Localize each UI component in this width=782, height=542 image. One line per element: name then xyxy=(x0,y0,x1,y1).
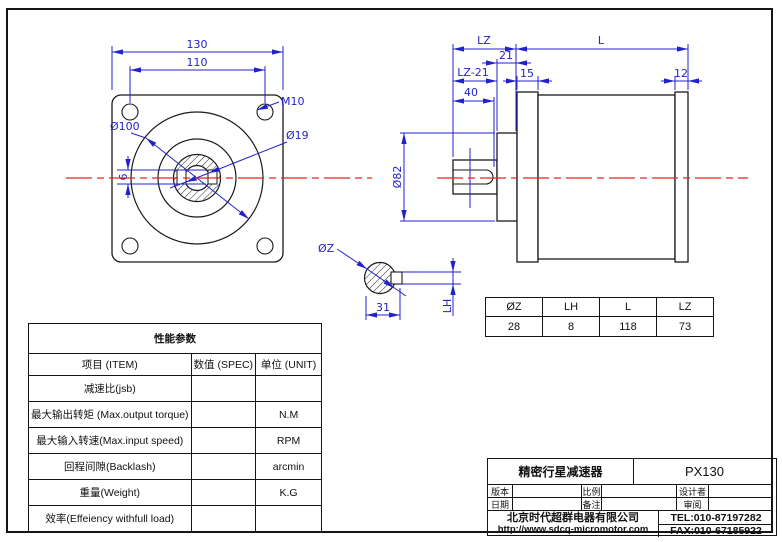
dim-130-label: 130 xyxy=(187,38,208,51)
date-value xyxy=(512,497,581,510)
drawing-sheet: 130 110 M10 Ø100 Ø19 6 xyxy=(0,0,782,542)
dims-header-l: L xyxy=(600,298,657,317)
dim-21-label: 21 xyxy=(499,49,513,62)
dims-header-lh: LH xyxy=(543,298,600,317)
item-cell: 减速比(jsb) xyxy=(29,376,192,402)
model-number: PX130 xyxy=(633,459,775,484)
spec-cell xyxy=(191,428,256,454)
item-cell: 最大输入转速(Max.input speed) xyxy=(29,428,192,454)
spec-cell xyxy=(191,454,256,480)
dims-value-dz: 28 xyxy=(486,317,543,337)
dim-lz-label: LZ xyxy=(477,34,491,47)
col-header-spec: 数值 (SPEC) xyxy=(191,354,256,376)
spec-cell xyxy=(191,480,256,506)
dims-header-lz: LZ xyxy=(657,298,714,317)
side-view xyxy=(453,92,688,262)
dims-value-lz: 73 xyxy=(657,317,714,337)
table-row: 回程间隙(Backlash) arcmin xyxy=(29,454,322,480)
designer-value xyxy=(708,484,773,497)
product-name: 精密行星减速器 xyxy=(488,459,633,484)
dims-header-dz: ØZ xyxy=(486,298,543,317)
dim-12-label: 12 xyxy=(674,67,688,80)
item-cell: 效率(Effeiency withfull load) xyxy=(29,506,192,532)
unit-cell xyxy=(256,506,322,532)
review-label: 审阅 xyxy=(676,497,708,510)
unit-cell: K.G xyxy=(256,480,322,506)
item-cell: 最大输出转矩 (Max.output torque) xyxy=(29,402,192,428)
remark-value xyxy=(601,497,676,510)
thread-m10-label: M10 xyxy=(281,95,305,108)
table-row: 减速比(jsb) xyxy=(29,376,322,402)
unit-cell: RPM xyxy=(256,428,322,454)
dim-110-label: 110 xyxy=(187,56,208,69)
key-width-label: 6 xyxy=(117,174,130,181)
section-dia-label: ØZ xyxy=(318,242,335,255)
unit-cell xyxy=(256,376,322,402)
dim-40-label: 40 xyxy=(464,86,478,99)
bore-dia-label: Ø19 xyxy=(286,129,309,142)
section-view: ØZ 31 LH xyxy=(318,242,461,320)
telephone: TEL:010-87197282 xyxy=(659,511,773,524)
table-row: 最大输出转矩 (Max.output torque) N.M xyxy=(29,402,322,428)
item-cell: 回程间隙(Backlash) xyxy=(29,454,192,480)
dim-15-label: 15 xyxy=(520,67,534,80)
dims-value-lh: 8 xyxy=(543,317,600,337)
table-row: 重量(Weight) K.G xyxy=(29,480,322,506)
unit-cell: arcmin xyxy=(256,454,322,480)
dim-lh-label: LH xyxy=(441,299,454,313)
dims-value-l: 118 xyxy=(600,317,657,337)
fax: FAX:010-67185922 xyxy=(659,524,773,537)
version-value xyxy=(512,484,581,497)
review-value xyxy=(708,497,773,510)
col-header-item: 项目 (ITEM) xyxy=(29,354,192,376)
unit-cell: N.M xyxy=(256,402,322,428)
dim-d82-label: Ø82 xyxy=(391,166,404,189)
remark-label: 备注 xyxy=(581,497,601,510)
pilot-dia-label: Ø100 xyxy=(110,120,140,133)
col-header-unit: 单位 (UNIT) xyxy=(256,354,322,376)
table-row: 最大输入转速(Max.input speed) RPM xyxy=(29,428,322,454)
designer-label: 设计者 xyxy=(676,484,708,497)
table-row: 效率(Effeiency withfull load) xyxy=(29,506,322,532)
item-cell: 重量(Weight) xyxy=(29,480,192,506)
scale-value xyxy=(601,484,676,497)
scale-label: 比例 xyxy=(581,484,601,497)
contact-info: TEL:010-87197282 FAX:010-67185922 xyxy=(658,510,773,537)
dimension-values-table: ØZ LH L LZ 28 8 118 73 xyxy=(485,297,714,337)
company-info: 北京时代超群电器有限公司 http://www.sdcq-micromotor.… xyxy=(488,510,658,537)
title-block: 精密行星减速器 PX130 版本 比例 设计者 日期 备注 审阅 北京时代超群电… xyxy=(487,458,777,536)
dim-lz21-label: LZ-21 xyxy=(457,66,488,79)
company-website: http://www.sdcq-micromotor.com xyxy=(498,524,649,536)
performance-table-title: 性能参数 xyxy=(29,324,322,354)
dim-31-label: 31 xyxy=(376,301,390,314)
spec-cell xyxy=(191,376,256,402)
spec-cell xyxy=(191,506,256,532)
performance-table: 性能参数 项目 (ITEM) 数值 (SPEC) 单位 (UNIT) 减速比(j… xyxy=(28,323,322,532)
version-label: 版本 xyxy=(488,484,512,497)
spec-cell xyxy=(191,402,256,428)
date-label: 日期 xyxy=(488,497,512,510)
dim-l-label: L xyxy=(598,34,605,47)
company-name: 北京时代超群电器有限公司 xyxy=(507,512,639,524)
